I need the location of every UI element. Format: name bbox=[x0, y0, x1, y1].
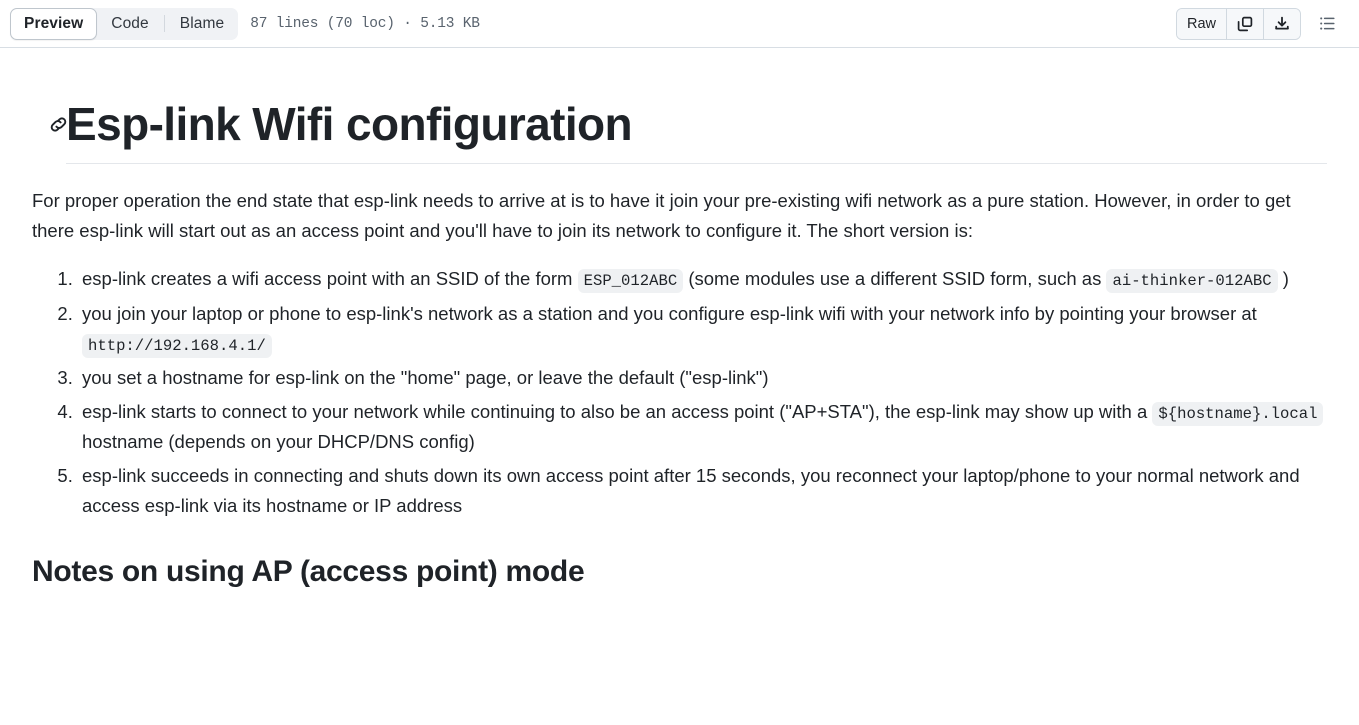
anchor-link-icon[interactable] bbox=[48, 114, 78, 135]
file-toolbar: Preview Code Blame 87 lines (70 loc) · 5… bbox=[0, 0, 1359, 48]
list-item: you join your laptop or phone to esp-lin… bbox=[78, 299, 1327, 359]
view-mode-segmented-control: Preview Code Blame bbox=[10, 7, 239, 40]
file-meta-text: 87 lines (70 loc) · 5.13 KB bbox=[250, 15, 480, 32]
page-title: Esp-link Wifi configuration bbox=[50, 96, 1327, 165]
steps-list: esp-link creates a wifi access point wit… bbox=[32, 264, 1327, 521]
markdown-content: Esp-link Wifi configuration For proper o… bbox=[16, 96, 1343, 590]
intro-paragraph: For proper operation the end state that … bbox=[32, 190, 1291, 242]
page-title-wrapper: Esp-link Wifi configuration bbox=[32, 96, 1327, 165]
download-icon[interactable] bbox=[1264, 8, 1300, 39]
list-item: esp-link creates a wifi access point wit… bbox=[78, 264, 1327, 294]
tab-preview[interactable]: Preview bbox=[10, 7, 98, 40]
inline-code: ${hostname}.local bbox=[1152, 401, 1324, 426]
section-heading-wrapper: Notes on using AP (access point) mode bbox=[32, 553, 1327, 591]
inline-code: ai-thinker-012ABC bbox=[1106, 269, 1278, 294]
tab-blame[interactable]: Blame bbox=[166, 8, 238, 40]
page-title-text: Esp-link Wifi configuration bbox=[66, 98, 633, 150]
inline-code: ESP_012ABC bbox=[577, 269, 684, 294]
toolbar-actions: Raw bbox=[1175, 7, 1343, 40]
list-item: esp-link starts to connect to your netwo… bbox=[78, 397, 1327, 457]
inline-code: http://192.168.4.1/ bbox=[82, 333, 272, 358]
raw-button[interactable]: Raw bbox=[1176, 8, 1227, 39]
copy-icon[interactable] bbox=[1227, 8, 1264, 39]
raw-copy-download-group: Raw bbox=[1175, 7, 1301, 40]
markdown-article: Esp-link Wifi configuration For proper o… bbox=[0, 96, 1359, 590]
list-item: you set a hostname for esp-link on the "… bbox=[78, 363, 1327, 393]
tab-code[interactable]: Code bbox=[97, 8, 162, 40]
outline-list-icon[interactable] bbox=[1311, 8, 1343, 40]
section-heading: Notes on using AP (access point) mode bbox=[32, 554, 585, 588]
tab-divider bbox=[163, 15, 165, 32]
list-item: esp-link succeeds in connecting and shut… bbox=[78, 461, 1327, 521]
